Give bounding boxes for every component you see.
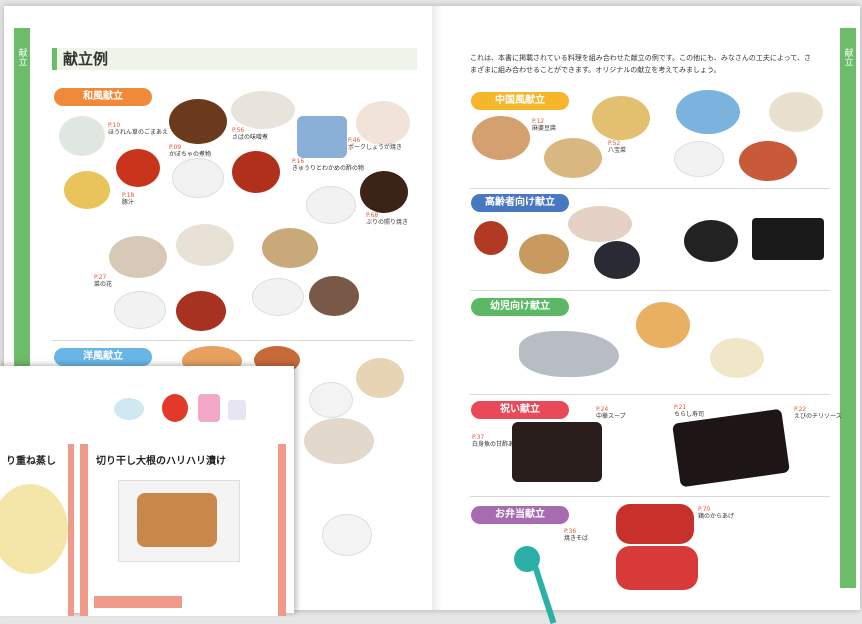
- section-label-elderly: 高齢者向け献立: [471, 194, 569, 212]
- dish-elderly-1: [474, 221, 508, 255]
- card-right-dish: [118, 480, 240, 562]
- dish-celebration-set: [512, 422, 602, 482]
- dish-salad: [676, 90, 740, 134]
- dish-chirashi: [672, 408, 790, 488]
- pen-stick: [532, 565, 557, 624]
- card-right-title: 切り干し大根のハリハリ漬け: [96, 456, 226, 467]
- dish-teriyaki: [360, 171, 408, 213]
- section-label-chinese: 中国風献立: [471, 92, 569, 110]
- caption-c5: P.46 ポークしょうが焼き: [348, 137, 403, 151]
- dish-mackerel: [231, 91, 295, 129]
- caption-c6: P.18 豚汁: [122, 192, 135, 206]
- divider: [470, 290, 830, 291]
- dish-bread: [309, 382, 353, 418]
- dish-chawan: [769, 92, 823, 132]
- dish-soup: [309, 276, 359, 316]
- card-left-dish: [0, 484, 68, 574]
- dish-chawanmushi: [64, 171, 110, 209]
- dish-kids-soup: [710, 338, 764, 378]
- card-info-bar: [94, 596, 182, 608]
- intro-text: これは、本書に掲載されている料理を組み合わせた献立の例です。この他にも、みなさん…: [470, 54, 811, 74]
- caption-c2: P.09 かぼちゃの煮物: [169, 144, 212, 158]
- right-edge-label: 献立: [842, 48, 853, 66]
- section-label-kids: 幼児向け献立: [471, 298, 569, 316]
- card-panel-right: 切り干し大根のハリハリ漬け: [80, 444, 286, 616]
- dish-rice-3: [114, 291, 166, 329]
- dish-foil-bake: [519, 331, 619, 377]
- section-label-bento: お弁当献立: [471, 506, 569, 524]
- divider: [470, 496, 830, 497]
- dish-okra: [176, 291, 226, 331]
- dish-nikujaga: [262, 228, 318, 268]
- caption-c8: P.27 菜の花: [94, 274, 113, 288]
- divider: [470, 394, 830, 395]
- caption-c14: P.21 ちらし寿司: [674, 404, 705, 418]
- card-left-title: り重ね蒸し: [6, 456, 56, 467]
- dish-nimono: [109, 236, 167, 278]
- divider: [52, 340, 414, 341]
- caption-c11: P.52 八宝菜: [608, 140, 627, 154]
- dish-pumpkin: [169, 99, 227, 144]
- caption-c7: P.68 ぶりの照り焼き: [366, 212, 409, 226]
- dish-rice-cn: [674, 141, 724, 177]
- caption-c4: P.16 きゅうりとわかめの酢の物: [292, 158, 365, 172]
- dish-bento-top: [616, 504, 694, 544]
- book-fold: [432, 6, 442, 610]
- dish-elderly-fish: [568, 206, 632, 242]
- caption-c3: P.56 さばの味噌煮: [232, 127, 269, 141]
- dish-rice-2: [306, 186, 356, 224]
- dish-hamburg: [304, 418, 374, 464]
- dish-tempura: [752, 218, 824, 260]
- dish-rice-4: [252, 278, 304, 316]
- dish-chicken: [176, 224, 234, 266]
- overlay-recipe-card: り重ね蒸し 切り干し大根のハリハリ漬け: [0, 366, 294, 616]
- left-page-title-bar: 献立例: [52, 48, 417, 70]
- dish-elderly-2: [519, 234, 569, 274]
- caption-c17: P.70 鶏のからあげ: [698, 506, 735, 520]
- divider: [470, 188, 830, 189]
- dish-bento-bottom: [616, 546, 698, 590]
- card-panel-left: り重ね蒸し: [0, 444, 74, 616]
- caption-c16: P.36 焼きそば: [564, 528, 589, 542]
- dish-happosai: [592, 96, 650, 140]
- dish-noodles: [544, 138, 602, 178]
- right-page-edge-tab: 献立: [840, 28, 856, 588]
- dish-cucumber: [297, 116, 347, 158]
- dish-ebichili: [739, 141, 797, 181]
- dish-rice: [172, 158, 224, 198]
- dish-tonjiru: [232, 151, 280, 193]
- section-label-western: 洋風献立: [54, 348, 152, 366]
- dish-tea: [356, 358, 404, 398]
- dish-mapo: [472, 116, 530, 160]
- dish-elderly-soup: [594, 241, 640, 279]
- caption-c1: P.10 ほうれん草のごまあえ: [108, 122, 169, 136]
- caption-c9: P.12 麻婆豆腐: [532, 118, 557, 132]
- page-title: 献立例: [63, 50, 109, 68]
- left-edge-label: 献立: [16, 48, 27, 66]
- section-label-celebration: 祝い献立: [471, 401, 569, 419]
- dish-kids-rice: [636, 302, 690, 348]
- section-label-japanese: 和風献立: [54, 88, 152, 106]
- card-illustration: [114, 388, 254, 428]
- caption-c15: P.22 えびのチリソース: [794, 406, 842, 420]
- dish-miso-soup: [116, 149, 160, 187]
- dish-elderly-rice: [684, 220, 738, 262]
- dish-spinach: [59, 116, 105, 156]
- dish-yogurt: [322, 514, 372, 556]
- caption-c12: P.24 中華スープ: [596, 406, 626, 420]
